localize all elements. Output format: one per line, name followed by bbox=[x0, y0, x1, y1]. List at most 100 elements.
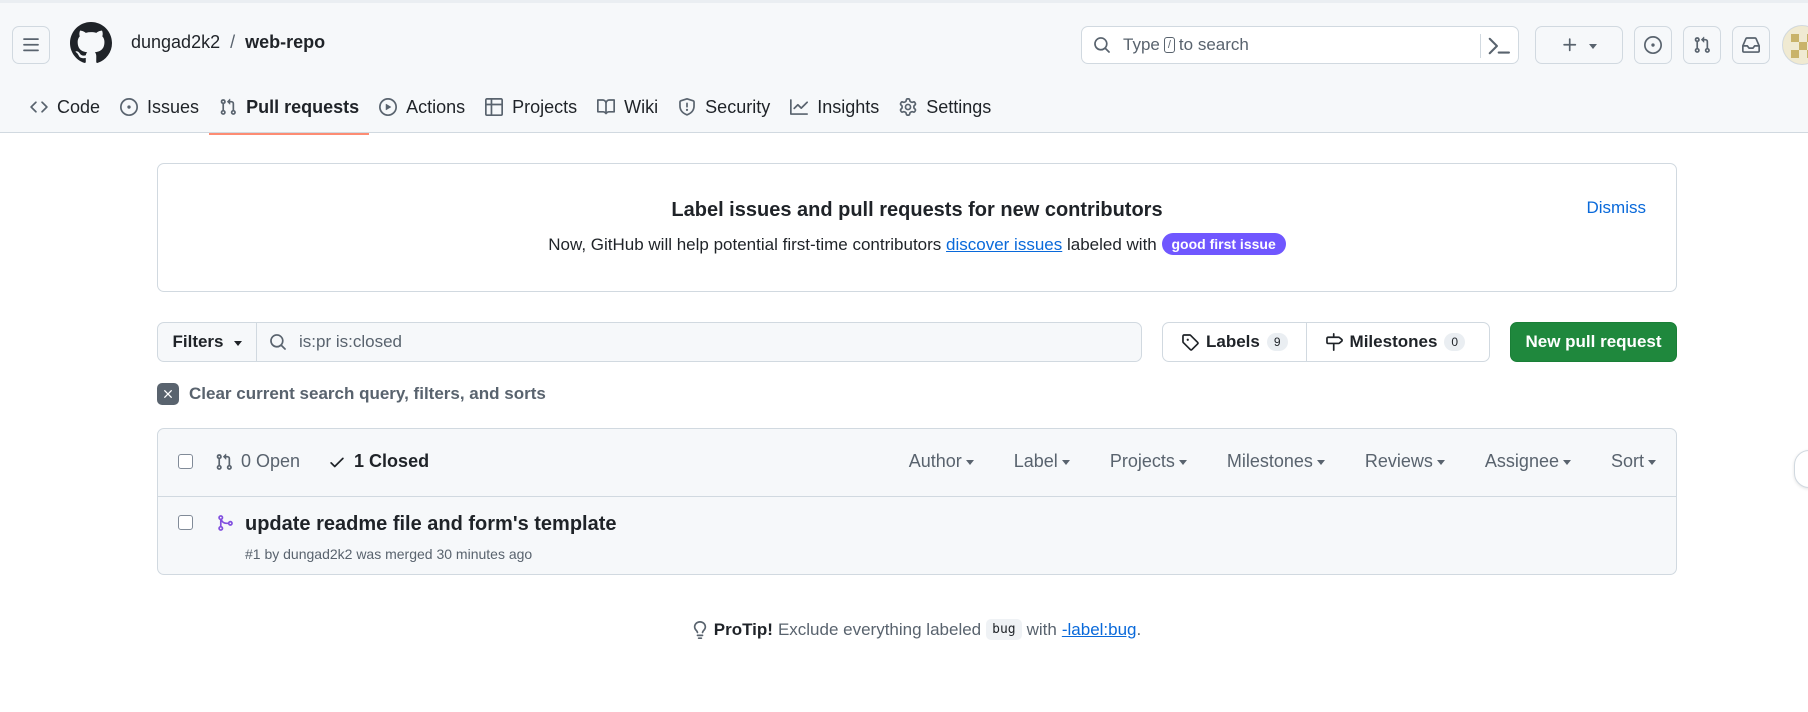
tab-label: Code bbox=[57, 96, 101, 117]
dropdown-label: Assignee bbox=[1484, 451, 1559, 471]
tab-security[interactable]: Security bbox=[668, 85, 780, 129]
assignee-dropdown[interactable]: Assignee bbox=[1485, 451, 1571, 472]
repo-name-link[interactable]: web-repo bbox=[245, 32, 325, 53]
closed-count-label: 1 Closed bbox=[354, 451, 430, 471]
clear-filters-link[interactable]: Clear current search query, filters, and… bbox=[157, 383, 546, 405]
pull-request-meta: #1 by dungad2k2 was merged 30 minutes ag… bbox=[245, 546, 533, 562]
pull-request-icon bbox=[1694, 36, 1710, 53]
avatar[interactable] bbox=[1782, 25, 1808, 65]
dropdown-label: Sort bbox=[1610, 451, 1644, 471]
protip-label-link[interactable]: -label:bug bbox=[1062, 620, 1137, 640]
inbox-icon bbox=[1742, 37, 1760, 53]
repo-owner-link[interactable]: dungad2k2 bbox=[131, 32, 220, 53]
tab-label: Issues bbox=[147, 96, 200, 117]
new-contributors-banner: Label issues and pull requests for new c… bbox=[157, 163, 1677, 292]
search-icon bbox=[1094, 37, 1110, 53]
tab-code[interactable]: Code bbox=[20, 85, 110, 129]
tab-label: Pull requests bbox=[246, 96, 360, 117]
your-pull-requests-button[interactable] bbox=[1683, 26, 1721, 64]
open-count-label: 0 Open bbox=[241, 451, 301, 471]
protip-text: Exclude everything labeled bbox=[777, 619, 982, 639]
breadcrumb: dungad2k2 / web-repo bbox=[131, 32, 325, 53]
filters-dropdown-button[interactable]: Filters bbox=[158, 323, 257, 361]
milestones-dropdown[interactable]: Milestones bbox=[1227, 451, 1325, 472]
labels-count: 9 bbox=[1266, 333, 1288, 351]
breadcrumb-separator: / bbox=[230, 32, 236, 52]
chevron-down-icon bbox=[1436, 460, 1445, 465]
menu-icon bbox=[23, 38, 39, 52]
tab-label: Insights bbox=[817, 96, 880, 117]
projects-dropdown[interactable]: Projects bbox=[1110, 451, 1187, 472]
tab-actions[interactable]: Actions bbox=[369, 85, 475, 129]
banner-text-before: Now, GitHub will help potential first-ti… bbox=[548, 235, 942, 254]
tab-issues[interactable]: Issues bbox=[110, 85, 209, 129]
discover-issues-link[interactable]: discover issues bbox=[946, 235, 1062, 254]
author-dropdown[interactable]: Author bbox=[909, 451, 974, 472]
milestones-label: Milestones bbox=[1349, 332, 1438, 351]
hamburger-menu-button[interactable] bbox=[12, 26, 50, 64]
plus-icon bbox=[1563, 38, 1577, 52]
pull-request-icon bbox=[216, 453, 232, 470]
row-checkbox[interactable] bbox=[178, 515, 193, 530]
search-placeholder: Type / to search bbox=[1123, 35, 1249, 55]
state-toggle: 0 Open 1 Closed bbox=[215, 451, 429, 472]
book-icon bbox=[597, 99, 616, 115]
chevron-down-icon bbox=[1061, 460, 1070, 465]
table-icon bbox=[485, 98, 504, 116]
tab-label: Projects bbox=[512, 96, 578, 117]
list-header: 0 Open 1 Closed Author Label Projects Mi… bbox=[158, 429, 1676, 497]
dismiss-button[interactable]: Dismiss bbox=[1587, 198, 1647, 218]
protip-with: with bbox=[1026, 619, 1057, 639]
search-input[interactable]: is:pr is:closed bbox=[257, 323, 1141, 361]
close-icon bbox=[157, 383, 179, 405]
list-item: update readme file and form's template #… bbox=[158, 498, 1676, 575]
filters-label: Filters bbox=[172, 332, 224, 351]
notifications-button[interactable] bbox=[1732, 26, 1770, 64]
your-issues-button[interactable] bbox=[1634, 26, 1672, 64]
open-state-link[interactable]: 0 Open bbox=[215, 451, 300, 472]
milestones-button[interactable]: Milestones 0 bbox=[1305, 323, 1484, 361]
tab-projects[interactable]: Projects bbox=[475, 85, 587, 129]
dropdown-label: Author bbox=[908, 451, 962, 471]
chevron-down-icon bbox=[1178, 460, 1187, 465]
code-icon bbox=[30, 101, 48, 113]
git-merge-icon bbox=[218, 515, 233, 531]
sort-dropdown[interactable]: Sort bbox=[1611, 451, 1656, 472]
gear-icon bbox=[899, 98, 917, 116]
light-bulb-icon bbox=[693, 620, 706, 639]
create-new-button[interactable] bbox=[1535, 26, 1623, 64]
chevron-down-icon bbox=[1648, 460, 1656, 465]
shield-icon bbox=[679, 98, 696, 116]
dropdown-label: Reviews bbox=[1364, 451, 1433, 471]
milestone-icon bbox=[1325, 333, 1343, 351]
pull-request-title-link[interactable]: update readme file and form's template bbox=[245, 513, 617, 536]
tab-settings[interactable]: Settings bbox=[889, 85, 1001, 129]
search-divider bbox=[1480, 34, 1481, 58]
filter-bar: Filters is:pr is:closed bbox=[157, 322, 1142, 362]
search-placeholder-suffix: to search bbox=[1178, 35, 1249, 54]
label-dropdown[interactable]: Label bbox=[1014, 451, 1070, 472]
protip: ProTip! Exclude everything labeled bug w… bbox=[0, 619, 1808, 640]
tab-label: Settings bbox=[926, 96, 992, 117]
milestones-count: 0 bbox=[1444, 333, 1466, 351]
good-first-issue-label[interactable]: good first issue bbox=[1161, 233, 1286, 255]
chevron-down-icon bbox=[1589, 43, 1597, 49]
new-pull-request-button[interactable]: New pull request bbox=[1510, 322, 1677, 362]
pull-request-icon bbox=[220, 98, 236, 115]
tab-pull-requests[interactable]: Pull requests bbox=[209, 85, 370, 135]
closed-state-link[interactable]: 1 Closed bbox=[328, 451, 429, 472]
reviews-dropdown[interactable]: Reviews bbox=[1365, 451, 1445, 472]
floating-side-button[interactable] bbox=[1794, 450, 1808, 488]
tab-insights[interactable]: Insights bbox=[780, 85, 889, 129]
chevron-down-icon bbox=[1316, 460, 1325, 465]
dropdown-label: Label bbox=[1013, 451, 1058, 471]
protip-end: . bbox=[1136, 619, 1142, 639]
labels-button[interactable]: Labels 9 bbox=[1163, 323, 1306, 361]
github-logo-icon[interactable] bbox=[70, 22, 112, 64]
global-search-input[interactable]: Type / to search bbox=[1081, 26, 1519, 64]
command-palette-icon[interactable] bbox=[1488, 35, 1510, 57]
search-query-text: is:pr is:closed bbox=[299, 332, 402, 351]
tab-wiki[interactable]: Wiki bbox=[587, 85, 668, 129]
tab-label: Security bbox=[705, 96, 771, 117]
select-all-checkbox[interactable] bbox=[178, 454, 193, 469]
